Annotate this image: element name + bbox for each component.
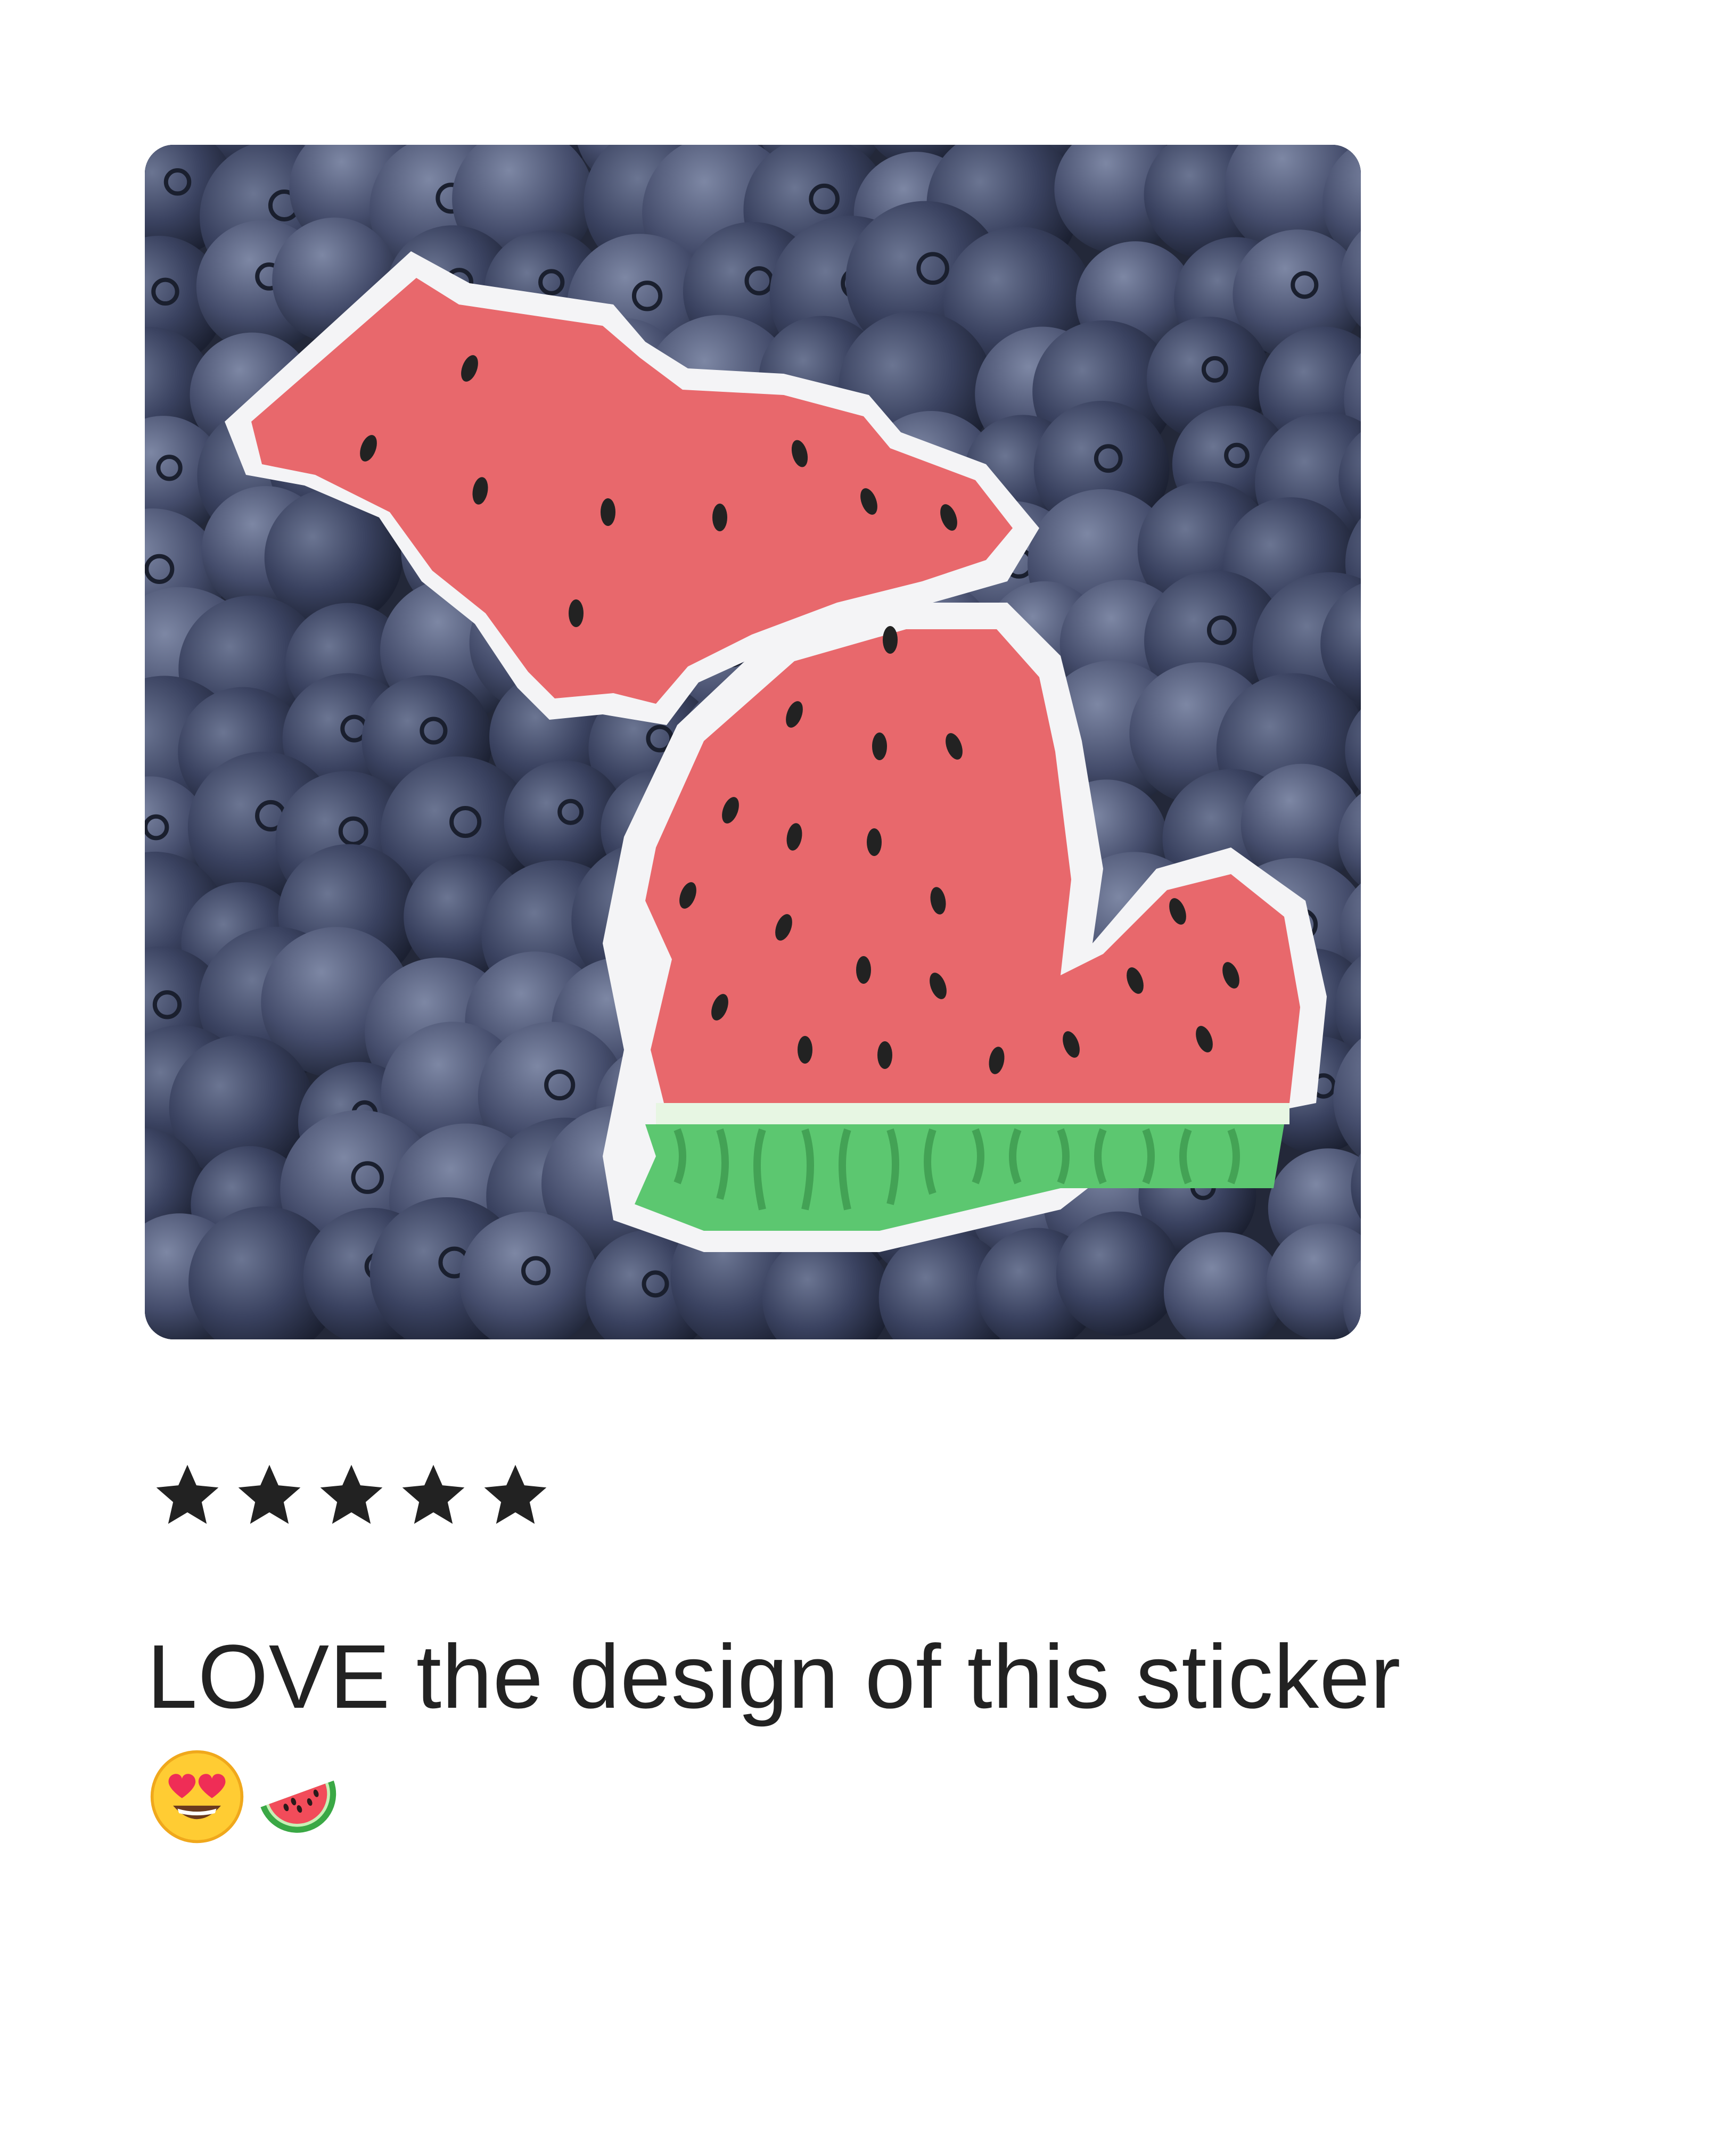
review-emojis bbox=[149, 1746, 346, 1847]
star-icon bbox=[156, 1464, 219, 1524]
watermelon-emoji-icon bbox=[260, 1780, 336, 1833]
star-icon bbox=[402, 1464, 465, 1524]
review-photo-image bbox=[145, 145, 1361, 1339]
heart-eyes-emoji-icon bbox=[150, 1750, 244, 1844]
star-icon bbox=[484, 1464, 547, 1524]
review-text: LOVE the design of this sticker bbox=[147, 1626, 1401, 1727]
star-icon bbox=[320, 1464, 383, 1524]
star-icon bbox=[238, 1464, 301, 1524]
blank-area bbox=[0, 1853, 1725, 2156]
review-photo[interactable] bbox=[145, 145, 1361, 1339]
blueberry bbox=[1056, 1211, 1181, 1336]
star-rating bbox=[150, 1459, 553, 1544]
